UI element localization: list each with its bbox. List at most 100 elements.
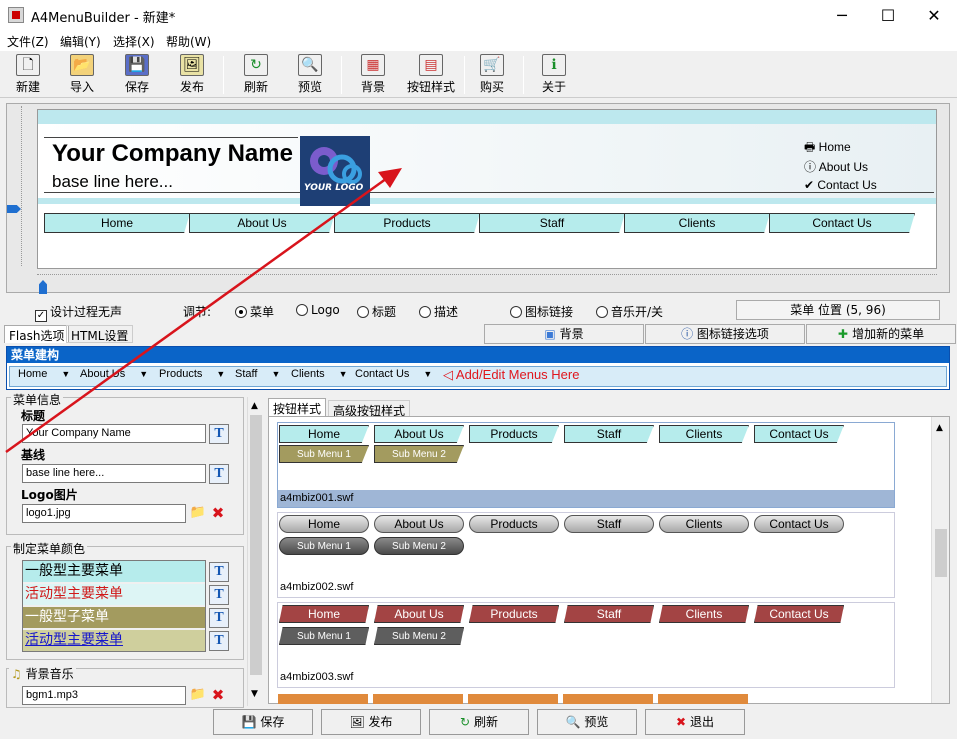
radio-menu[interactable]: 菜单 bbox=[235, 303, 274, 320]
scroll-up-icon[interactable]: ▲ bbox=[936, 423, 943, 433]
silent-design-checkbox[interactable]: ✓ 设计过程无声 bbox=[35, 303, 122, 322]
preview-icon: 🔍 bbox=[565, 715, 581, 729]
scroll-up-icon[interactable]: ▲ bbox=[251, 401, 258, 411]
preview-menu-about[interactable]: About Us bbox=[189, 213, 335, 233]
scroll-down-icon[interactable]: ▼ bbox=[251, 689, 258, 699]
info-icon: ⓘ bbox=[681, 327, 697, 341]
text-format-button[interactable]: T bbox=[209, 631, 229, 651]
structure-item-about[interactable]: About Us ▼ bbox=[80, 368, 148, 380]
preview-menu-clients[interactable]: Clients bbox=[624, 213, 770, 233]
style-sample-1[interactable]: Home About Us Products Staff Clients Con… bbox=[277, 422, 895, 508]
style-list-scrollbar[interactable]: ▲ bbox=[931, 417, 949, 703]
top-link-contact[interactable]: ✔ Contact Us bbox=[804, 178, 877, 192]
radio-description[interactable]: 描述 bbox=[419, 303, 458, 320]
radio-logo[interactable]: Logo bbox=[296, 303, 340, 317]
add-new-menu-button[interactable]: ✚ 增加新的菜单 bbox=[806, 324, 956, 344]
company-name-text[interactable]: Your Company Name bbox=[52, 140, 293, 168]
toolbar-refresh-button[interactable]: ↻ 刷新 bbox=[231, 54, 281, 96]
color-normal-main-menu[interactable]: 一般型主要菜单 bbox=[23, 561, 205, 582]
icon-link-options-button[interactable]: ⓘ 图标链接选项 bbox=[645, 324, 805, 344]
add-edit-menus-link[interactable]: ◁ Add/Edit Menus Here bbox=[443, 367, 579, 383]
bottom-save-button[interactable]: 💾 保存 bbox=[213, 709, 313, 735]
structure-item-home[interactable]: Home ▼ bbox=[18, 368, 70, 380]
tab-button-style[interactable]: 按钮样式 bbox=[268, 398, 327, 416]
folder-icon[interactable]: 📁 bbox=[189, 686, 207, 704]
structure-item-products[interactable]: Products ▼ bbox=[159, 368, 225, 380]
close-button[interactable]: ✕ bbox=[911, 0, 957, 31]
style-sample-4-partial[interactable] bbox=[277, 692, 895, 704]
bg-music-input[interactable]: bgm1.mp3 bbox=[22, 686, 186, 705]
radio-icon-link[interactable]: 图标链接 bbox=[510, 303, 573, 320]
style-sample-3[interactable]: Home About Us Products Staff Clients Con… bbox=[277, 602, 895, 688]
left-panel-scrollbar[interactable]: ▲ ▼ bbox=[247, 397, 264, 706]
tab-flash-options[interactable]: Flash选项 bbox=[4, 325, 70, 343]
maximize-button[interactable]: ☐ bbox=[865, 0, 911, 31]
text-format-button[interactable]: T bbox=[209, 562, 229, 582]
toolbar-new-button[interactable]: 🗋 新建 bbox=[3, 54, 53, 96]
menu-file[interactable]: 文件(Z) bbox=[3, 32, 53, 51]
color-normal-sub-menu[interactable]: 一般型子菜单 bbox=[23, 607, 205, 628]
background-tab-button[interactable]: ▣ 背景 bbox=[484, 324, 644, 344]
menu-help[interactable]: 帮助(W) bbox=[162, 32, 215, 51]
preview-menu-staff[interactable]: Staff bbox=[479, 213, 625, 233]
toolbar-label: 保存 bbox=[124, 80, 149, 94]
color-active-main-menu[interactable]: 活动型主要菜单 bbox=[23, 584, 205, 605]
preview-menu-home[interactable]: Home bbox=[44, 213, 190, 233]
toolbar-label: 背景 bbox=[360, 80, 385, 94]
text-format-button[interactable]: T bbox=[209, 608, 229, 628]
button-style-list: Home About Us Products Staff Clients Con… bbox=[268, 416, 950, 704]
delete-icon[interactable]: ✖ bbox=[209, 504, 227, 522]
structure-item-staff[interactable]: Staff ▼ bbox=[235, 368, 280, 380]
top-link-about[interactable]: ⓘ About Us bbox=[804, 158, 868, 175]
menu-preview-canvas[interactable]: Your Company Name base line here... YOUR… bbox=[37, 109, 937, 269]
sample-submenu-2: Sub Menu 2 bbox=[374, 537, 464, 555]
bottom-exit-button[interactable]: ✖ 退出 bbox=[645, 709, 745, 735]
bottom-preview-button[interactable]: 🔍 预览 bbox=[537, 709, 637, 735]
menu-info-title: 菜单信息 bbox=[11, 391, 64, 408]
toolbar-about-button[interactable]: ℹ 关于 bbox=[529, 54, 579, 96]
tab-html-settings[interactable]: HTML设置 bbox=[66, 325, 134, 343]
text-format-button[interactable]: T bbox=[209, 424, 229, 444]
bottom-publish-button[interactable]: 🖼 发布 bbox=[321, 709, 421, 735]
vertical-ruler bbox=[10, 106, 22, 266]
menu-bar: 文件(Z) 编辑(Y) 选择(X) 帮助(W) bbox=[0, 31, 957, 51]
folder-open-icon: 📂 bbox=[70, 54, 94, 76]
logo-image[interactable]: YOUR LOGO bbox=[300, 136, 370, 206]
menu-edit[interactable]: 编辑(Y) bbox=[56, 32, 105, 51]
text-format-button[interactable]: T bbox=[209, 464, 229, 484]
toolbar-button-style-button[interactable]: ▤ 按钮样式 bbox=[404, 54, 458, 96]
sample-button-clients: Clients bbox=[659, 605, 749, 623]
toolbar-save-button[interactable]: 💾 保存 bbox=[112, 54, 162, 96]
scroll-thumb[interactable] bbox=[935, 529, 947, 577]
toolbar-buy-button[interactable]: 🛒 购买 bbox=[467, 54, 517, 96]
toolbar-publish-button[interactable]: 🖼 发布 bbox=[167, 54, 217, 96]
scroll-thumb[interactable] bbox=[250, 415, 262, 675]
folder-icon[interactable]: 📁 bbox=[189, 504, 207, 522]
menu-colors-group: 制定菜单颜色 一般型主要菜单 活动型主要菜单 一般型子菜单 活动型主要菜单 T … bbox=[6, 540, 244, 660]
horizontal-slider-handle[interactable] bbox=[39, 280, 47, 294]
structure-item-contact[interactable]: Contact Us ▼ bbox=[355, 368, 432, 380]
menu-select[interactable]: 选择(X) bbox=[109, 32, 159, 51]
baseline-input[interactable]: base line here... bbox=[22, 464, 206, 483]
baseline-text[interactable]: base line here... bbox=[52, 172, 173, 192]
delete-icon[interactable]: ✖ bbox=[209, 686, 227, 704]
color-active-sub-menu[interactable]: 活动型主要菜单 bbox=[23, 630, 205, 651]
sample-button-contact: Contact Us bbox=[754, 515, 844, 533]
title-input[interactable]: Your Company Name bbox=[22, 424, 206, 443]
toolbar-import-button[interactable]: 📂 导入 bbox=[57, 54, 107, 96]
adjust-label: 调节: bbox=[183, 305, 212, 319]
minimize-button[interactable]: ─ bbox=[819, 0, 865, 31]
radio-title[interactable]: 标题 bbox=[357, 303, 396, 320]
logo-file-input[interactable]: logo1.jpg bbox=[22, 504, 186, 523]
style-sample-2[interactable]: Home About Us Products Staff Clients Con… bbox=[277, 512, 895, 598]
toolbar-preview-button[interactable]: 🔍 预览 bbox=[285, 54, 335, 96]
preview-menu-contact[interactable]: Contact Us bbox=[769, 213, 915, 233]
toolbar-separator bbox=[464, 56, 465, 94]
toolbar-background-button[interactable]: ▦ 背景 bbox=[348, 54, 398, 96]
radio-music-toggle[interactable]: 音乐开/关 bbox=[596, 303, 663, 320]
top-link-home[interactable]: 🖶 Home bbox=[804, 138, 851, 159]
text-format-button[interactable]: T bbox=[209, 585, 229, 605]
structure-item-clients[interactable]: Clients ▼ bbox=[291, 368, 348, 380]
preview-menu-products[interactable]: Products bbox=[334, 213, 480, 233]
bottom-refresh-button[interactable]: ↻ 刷新 bbox=[429, 709, 529, 735]
